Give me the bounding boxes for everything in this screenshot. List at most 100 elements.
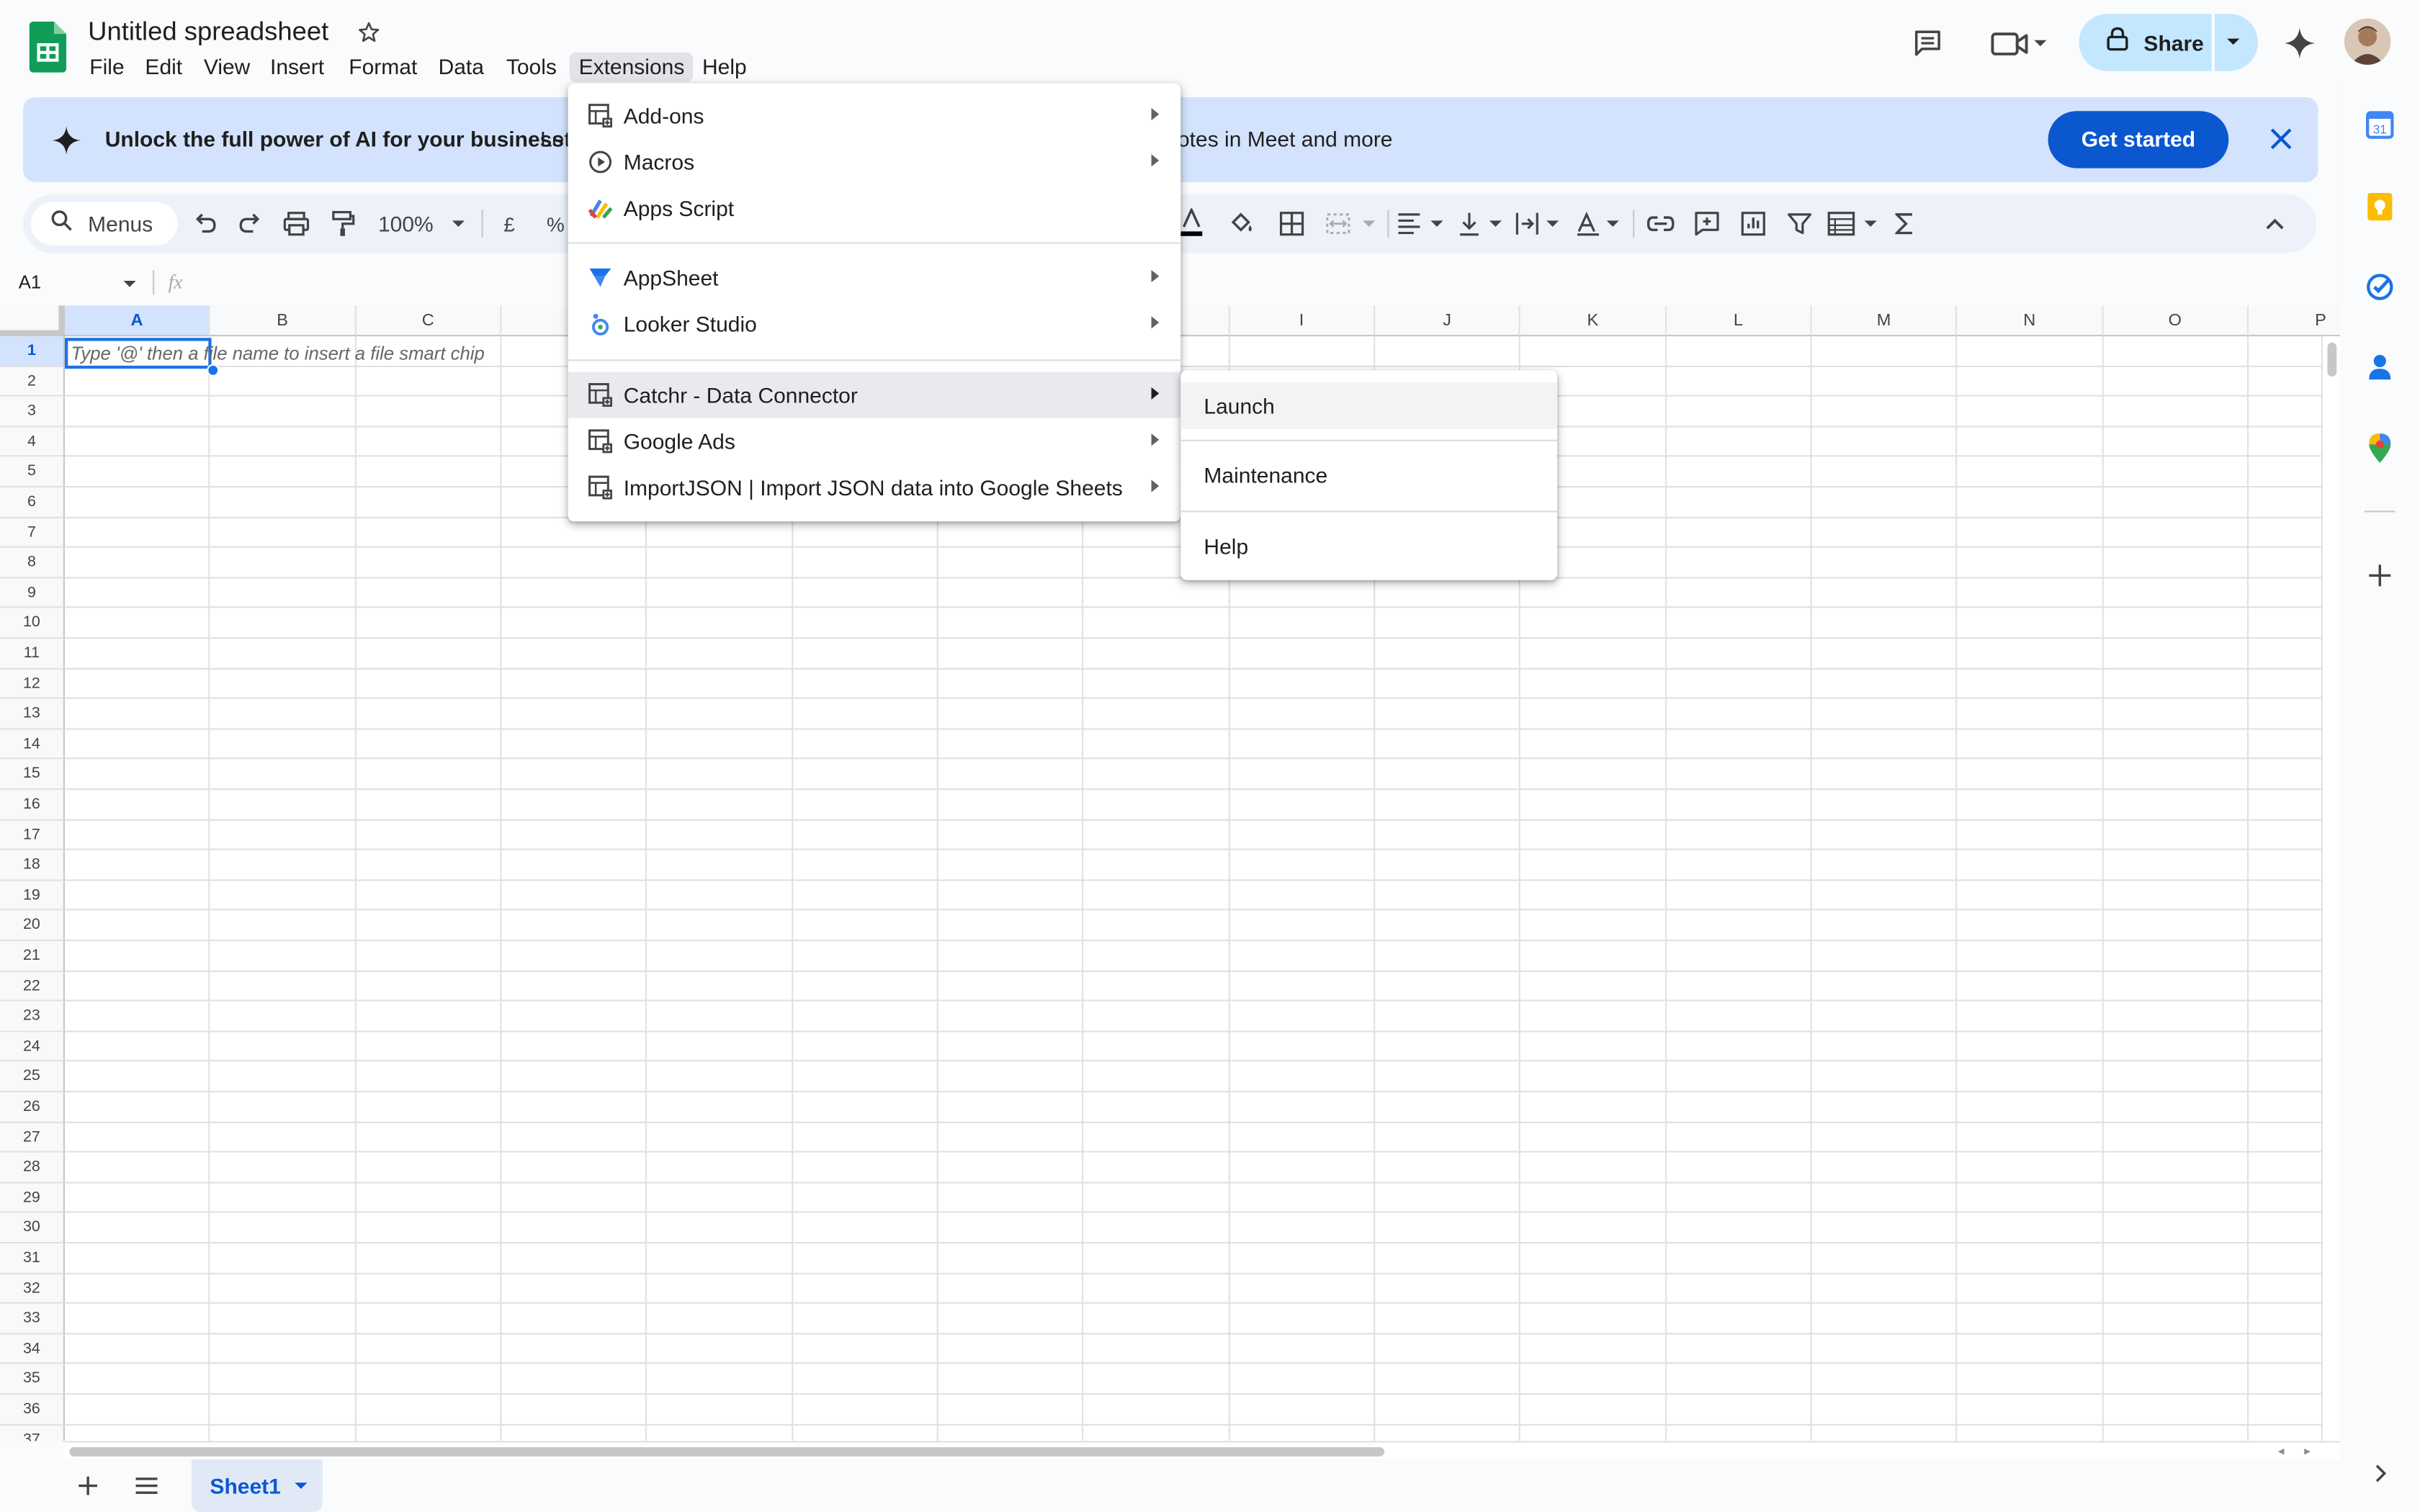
row-header[interactable]: 25 (0, 1062, 65, 1093)
avatar[interactable] (2344, 18, 2391, 65)
horizontal-scrollbar[interactable]: ◂ ▸ (65, 1441, 2340, 1462)
maps-icon[interactable] (2369, 433, 2391, 470)
row-header[interactable]: 33 (0, 1304, 65, 1335)
vertical-scroll-thumb[interactable] (2327, 342, 2337, 377)
row-header[interactable]: 13 (0, 699, 65, 730)
menu-item-add-ons[interactable]: Add-ons (568, 93, 1181, 139)
contacts-icon[interactable] (2367, 354, 2392, 389)
get-started-button[interactable]: Get started (2048, 111, 2229, 168)
row-header[interactable]: 4 (0, 427, 65, 458)
scroll-right-icon[interactable]: ▸ (2304, 1444, 2311, 1458)
menu-search[interactable]: Menus (30, 202, 178, 246)
zoom-select[interactable]: 100% (370, 194, 470, 253)
row-header[interactable]: 35 (0, 1364, 65, 1395)
text-color-icon[interactable] (1179, 194, 1204, 253)
row-header[interactable]: 27 (0, 1122, 65, 1153)
menu-item-apps-script[interactable]: Apps Script (568, 185, 1181, 231)
row-header[interactable]: 18 (0, 850, 65, 881)
row-header[interactable]: 32 (0, 1274, 65, 1305)
row-header[interactable]: 2 (0, 366, 65, 397)
row-header[interactable]: 3 (0, 397, 65, 428)
keep-icon[interactable] (2367, 192, 2393, 228)
text-wrapping-icon[interactable] (1515, 194, 1565, 253)
menu-item-catchr[interactable]: Catchr - Data Connector (568, 372, 1181, 418)
column-header[interactable]: M (1811, 305, 1958, 337)
undo-icon[interactable] (190, 194, 221, 253)
column-header[interactable]: J (1375, 305, 1521, 337)
redo-icon[interactable] (235, 194, 266, 253)
row-header[interactable]: 29 (0, 1183, 65, 1214)
row-header[interactable]: 37 (0, 1425, 65, 1441)
gemini-icon[interactable] (2282, 26, 2316, 60)
formula-input[interactable] (201, 267, 2331, 298)
menu-item-macros[interactable]: Macros (568, 139, 1181, 185)
row-header[interactable]: 17 (0, 820, 65, 851)
menu-file[interactable]: File (89, 53, 124, 82)
row-header[interactable]: 30 (0, 1213, 65, 1244)
menu-help[interactable]: Help (702, 53, 747, 82)
menu-format[interactable]: Format (349, 53, 417, 82)
insert-link-icon[interactable] (1644, 194, 1677, 253)
close-icon[interactable] (2269, 127, 2293, 151)
all-sheets-icon[interactable] (134, 1477, 158, 1495)
horizontal-align-icon[interactable] (1397, 194, 1446, 253)
submenu-item-maintenance[interactable]: Maintenance (1180, 452, 1557, 498)
menu-item-appsheet[interactable]: AppSheet (568, 255, 1181, 301)
share-options-button[interactable] (2215, 14, 2258, 71)
row-header[interactable]: 26 (0, 1092, 65, 1123)
app-logo[interactable] (29, 22, 67, 73)
select-all-corner[interactable] (0, 305, 65, 337)
column-header[interactable]: P (2249, 305, 2340, 337)
row-header[interactable]: 34 (0, 1334, 65, 1365)
column-header[interactable]: B (210, 305, 357, 337)
paint-format-icon[interactable] (326, 194, 359, 253)
name-box[interactable]: A1 (0, 266, 148, 300)
column-header[interactable]: A (65, 305, 211, 337)
print-icon[interactable] (279, 194, 313, 253)
column-header[interactable]: O (2102, 305, 2249, 337)
comments-icon[interactable] (1911, 26, 1945, 60)
show-side-panel-icon[interactable] (2374, 1462, 2389, 1490)
row-header[interactable]: 24 (0, 1032, 65, 1063)
column-header[interactable]: L (1666, 305, 1812, 337)
row-header[interactable]: 7 (0, 518, 65, 549)
menu-view[interactable]: View (204, 53, 250, 82)
column-header[interactable]: N (1957, 305, 2103, 337)
meet-video-icon[interactable] (1989, 28, 2051, 59)
collapse-toolbar-icon[interactable] (2259, 194, 2290, 253)
row-header[interactable]: 6 (0, 487, 65, 518)
vertical-align-icon[interactable] (1458, 194, 1508, 253)
tasks-icon[interactable] (2366, 273, 2394, 308)
submenu-item-help[interactable]: Help (1180, 523, 1557, 569)
menu-extensions[interactable]: Extensions (569, 52, 694, 82)
scroll-left-icon[interactable]: ◂ (2278, 1444, 2285, 1458)
text-rotation-icon[interactable] (1576, 194, 1626, 253)
row-header[interactable]: 20 (0, 911, 65, 942)
row-header[interactable]: 12 (0, 669, 65, 700)
menu-item-looker-studio[interactable]: Looker Studio (568, 301, 1181, 347)
menu-insert[interactable]: Insert (270, 53, 324, 82)
vertical-scrollbar[interactable] (2321, 336, 2340, 1441)
menu-tools[interactable]: Tools (506, 53, 557, 82)
row-header[interactable]: 5 (0, 457, 65, 488)
row-header[interactable]: 22 (0, 971, 65, 1002)
horizontal-scroll-thumb[interactable] (69, 1446, 1385, 1457)
column-header[interactable]: K (1520, 305, 1667, 337)
row-header[interactable]: 19 (0, 881, 65, 912)
menu-item-google-ads[interactable]: Google Ads (568, 418, 1181, 464)
get-addons-icon[interactable] (2367, 563, 2392, 595)
row-header[interactable]: 8 (0, 548, 65, 579)
menu-edit[interactable]: Edit (145, 53, 182, 82)
row-header[interactable]: 36 (0, 1395, 65, 1426)
column-header[interactable]: I (1229, 305, 1376, 337)
share-button[interactable]: Share (2079, 14, 2212, 71)
row-header[interactable]: 21 (0, 941, 65, 972)
row-header[interactable]: 28 (0, 1153, 65, 1184)
functions-icon[interactable] (1891, 194, 1919, 253)
row-header[interactable]: 9 (0, 578, 65, 609)
row-header[interactable]: 11 (0, 639, 65, 670)
menu-item-importjson[interactable]: ImportJSON | Import JSON data into Googl… (568, 464, 1181, 510)
insert-comment-icon[interactable] (1690, 194, 1724, 253)
row-header[interactable]: 10 (0, 608, 65, 639)
filter-icon[interactable] (1783, 194, 1816, 253)
